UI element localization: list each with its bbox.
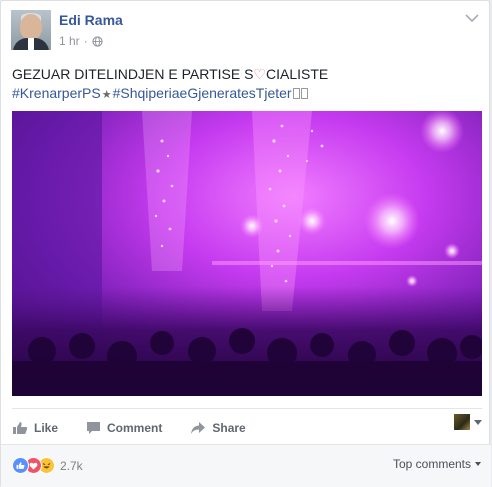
- concert-photo: [12, 111, 482, 396]
- share-label: Share: [212, 420, 246, 435]
- reaction-summary[interactable]: 2.7k: [12, 457, 83, 474]
- comment-label: Comment: [107, 420, 163, 435]
- top-comments-label: Top comments: [392, 457, 471, 471]
- caret-down-icon: [475, 462, 481, 466]
- page-avatar: [454, 414, 470, 430]
- reaction-count: 2.7k: [60, 458, 83, 473]
- reactions-footer: 2.7k Top comments: [1, 444, 491, 487]
- like-button[interactable]: Like: [12, 413, 58, 435]
- comment-button[interactable]: Comment: [86, 413, 162, 435]
- post-as-selector[interactable]: [454, 414, 482, 430]
- post-text-line2: #KrenarperPS★#ShqiperiaeGjeneratesTjeter: [12, 84, 482, 105]
- share-arrow-icon: [191, 421, 206, 434]
- post-photo[interactable]: [12, 111, 482, 396]
- star-icon: ★: [101, 89, 112, 101]
- like-reaction-icon: [12, 457, 29, 474]
- hashtag-shqiperiaegjeneratestjeter[interactable]: #ShqiperiaeGjeneratesTjeter: [113, 85, 292, 101]
- globe-icon[interactable]: [92, 35, 103, 47]
- share-button[interactable]: Share: [190, 413, 246, 435]
- hashtag-krenarperps[interactable]: #KrenarperPS: [12, 85, 101, 101]
- caret-down-icon: [474, 419, 482, 425]
- heart-emoji-icon: ♡: [253, 66, 266, 82]
- post-timestamp[interactable]: 1 hr: [59, 34, 80, 48]
- comment-icon: [87, 421, 101, 434]
- comment-order-selector[interactable]: Top comments: [393, 457, 481, 471]
- thumbs-up-icon: [13, 421, 28, 434]
- post-meta: 1 hr ·: [59, 34, 103, 48]
- like-label: Like: [34, 420, 59, 435]
- post-text-line1: GEZUAR DITELINDJEN E PARTISE S♡CIALISTE: [12, 66, 329, 82]
- post-action-bar: Like Comment Share: [12, 408, 482, 438]
- unknown-glyph-icon: [292, 88, 300, 99]
- author-name[interactable]: Edi Rama: [59, 12, 123, 28]
- post-card: Edi Rama 1 hr · GEZUAR DITELINDJEN E PAR…: [0, 0, 491, 487]
- author-avatar[interactable]: [11, 10, 51, 50]
- post-text: GEZUAR DITELINDJEN E PARTISE S♡CIALISTE …: [12, 65, 482, 105]
- meta-separator: ·: [83, 34, 88, 48]
- unknown-glyph-icon: [300, 88, 308, 99]
- chevron-down-icon[interactable]: [465, 13, 479, 23]
